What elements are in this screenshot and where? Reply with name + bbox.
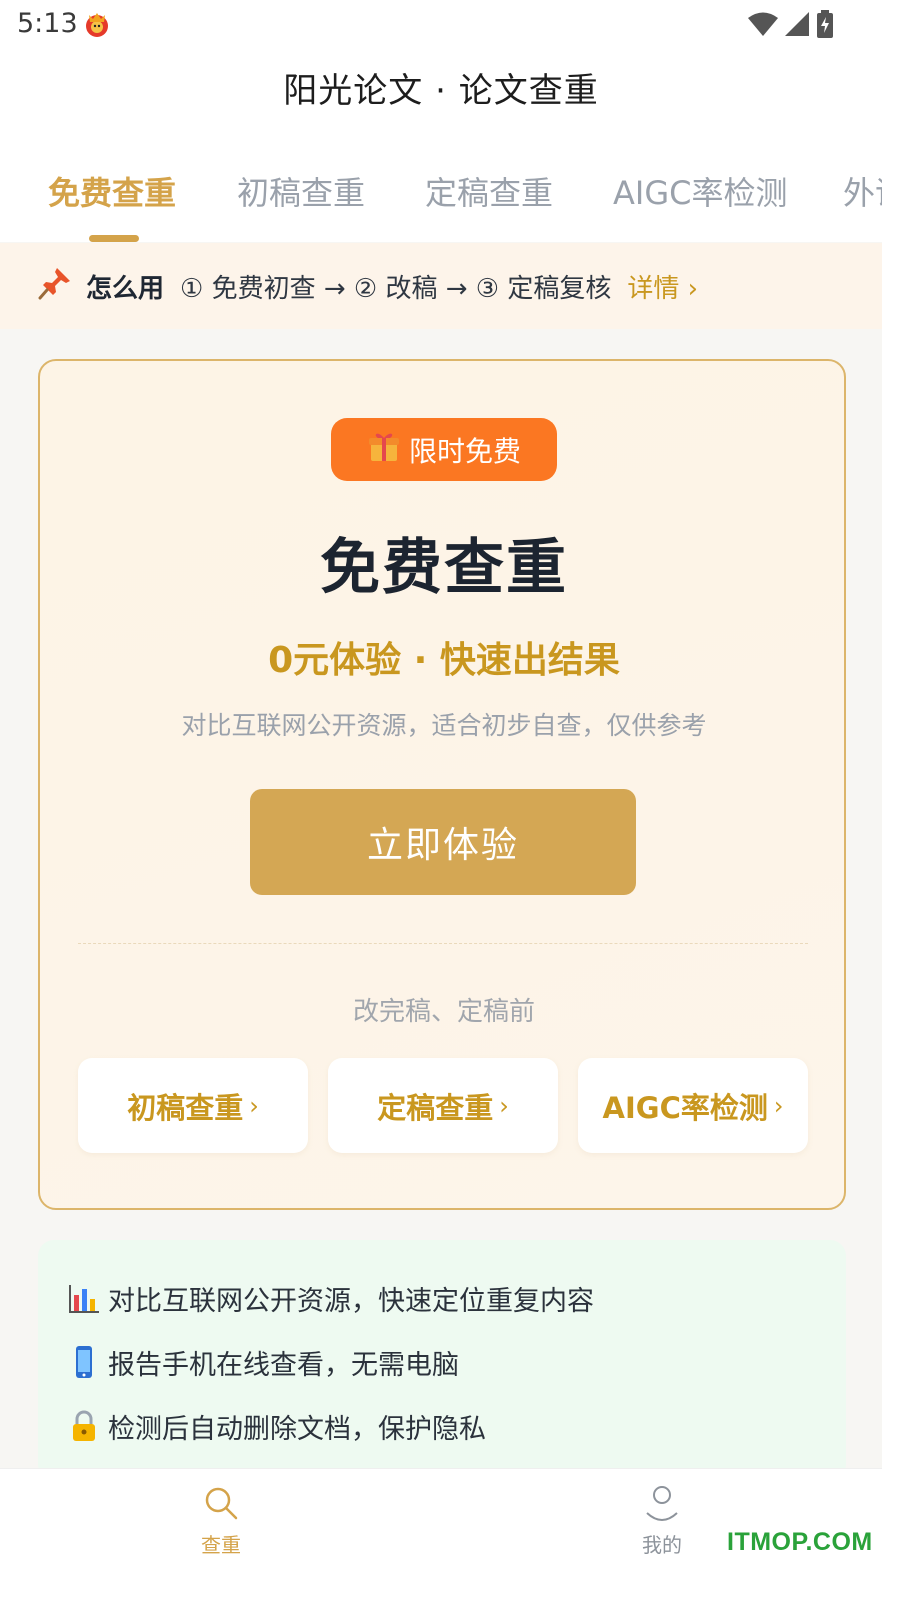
status-time: 5:13 bbox=[17, 8, 78, 39]
draft-check-label: 初稿查重 bbox=[127, 1090, 244, 1125]
chevron-right-icon: › bbox=[773, 1091, 784, 1120]
tab-free-check[interactable]: 免费查重 bbox=[48, 168, 176, 214]
tab-foreign-check[interactable]: 外语 bbox=[843, 168, 882, 214]
draft-check-button[interactable]: 初稿查重 › bbox=[78, 1058, 308, 1153]
feature-text: 报告手机在线查看，无需电脑 bbox=[108, 1349, 459, 1381]
chevron-right-icon: › bbox=[249, 1091, 259, 1120]
nav-label-check: 查重 bbox=[201, 1533, 241, 1557]
card-divider bbox=[78, 943, 808, 944]
pushpin-icon bbox=[38, 266, 72, 307]
tab-draft-check[interactable]: 初稿查重 bbox=[237, 168, 365, 214]
tab-active-indicator bbox=[89, 235, 139, 242]
page-title: 阳光论文 · 论文查重 bbox=[283, 71, 599, 111]
howto-steps: ① 免费初查 → ② 改稿 → ③ 定稿复核 bbox=[180, 273, 612, 304]
notification-app-icon bbox=[84, 9, 110, 39]
badge-label: 限时免费 bbox=[408, 434, 521, 468]
limited-free-badge: 限时免费 bbox=[331, 418, 557, 481]
gift-icon bbox=[367, 429, 401, 470]
tab-bar: 免费查重 初稿查重 定稿查重 AIGC率检测 外语 bbox=[0, 140, 882, 242]
profile-icon bbox=[642, 1486, 682, 1527]
card-description: 对比互联网公开资源，适合初步自查，仅供参考 bbox=[181, 711, 707, 740]
howto-details-link[interactable]: 详情 › bbox=[627, 268, 698, 305]
app-root: 5:13 阳光论文 · 论文查重 免费查重 初稿查重 定稿查重 AIGC率检测 … bbox=[0, 0, 882, 1600]
tab-aigc-check[interactable]: AIGC率检测 bbox=[613, 168, 787, 214]
bar-chart-icon bbox=[66, 1280, 102, 1316]
title-bar: 阳光论文 · 论文查重 bbox=[0, 50, 882, 140]
nav-item-profile[interactable]: 我的 bbox=[602, 1483, 722, 1558]
feature-text: 检测后自动删除文档，保护隐私 bbox=[108, 1413, 486, 1445]
tab-final-check[interactable]: 定稿查重 bbox=[425, 168, 553, 214]
watermark-logo: ITMOP.COM bbox=[727, 1528, 873, 1556]
status-icons bbox=[748, 10, 834, 42]
feature-item: 对比互联网公开资源，快速定位重复内容 bbox=[66, 1278, 594, 1318]
nav-label-profile: 我的 bbox=[642, 1533, 682, 1557]
feature-item: 报告手机在线查看，无需电脑 bbox=[66, 1342, 459, 1382]
nav-item-check[interactable]: 查重 bbox=[161, 1483, 281, 1558]
card-title: 免费查重 bbox=[320, 533, 568, 603]
try-now-button[interactable]: 立即体验 bbox=[250, 789, 636, 895]
feature-item: 检测后自动删除文档，保护隐私 bbox=[66, 1406, 486, 1446]
card-subtitle: 0元体验 · 快速出结果 bbox=[268, 640, 620, 681]
free-check-card: 限时免费 免费查重 0元体验 · 快速出结果 对比互联网公开资源，适合初步自查，… bbox=[38, 359, 846, 1210]
lock-icon bbox=[66, 1408, 102, 1444]
status-bar: 5:13 bbox=[0, 0, 882, 50]
howto-banner[interactable]: 怎么用 ① 免费初查 → ② 改稿 → ③ 定稿复核 详情 › bbox=[0, 243, 882, 329]
card-note: 改完稿、定稿前 bbox=[352, 997, 535, 1027]
battery-icon bbox=[816, 10, 834, 42]
final-check-label: 定稿查重 bbox=[377, 1090, 494, 1125]
wifi-icon bbox=[748, 11, 778, 41]
feature-text: 对比互联网公开资源，快速定位重复内容 bbox=[108, 1285, 594, 1317]
chevron-right-icon: › bbox=[499, 1091, 509, 1120]
feature-list: 对比互联网公开资源，快速定位重复内容 报告手机在线查看，无需电脑 检测后自动删除… bbox=[38, 1240, 846, 1480]
cell-signal-icon bbox=[784, 11, 810, 41]
aigc-check-label: AIGC率检测 bbox=[602, 1090, 768, 1125]
final-check-button[interactable]: 定稿查重 › bbox=[328, 1058, 558, 1153]
search-icon bbox=[201, 1487, 241, 1527]
howto-label: 怎么用 bbox=[86, 273, 165, 304]
aigc-check-button[interactable]: AIGC率检测 › bbox=[578, 1058, 808, 1153]
mobile-phone-icon bbox=[66, 1344, 102, 1380]
